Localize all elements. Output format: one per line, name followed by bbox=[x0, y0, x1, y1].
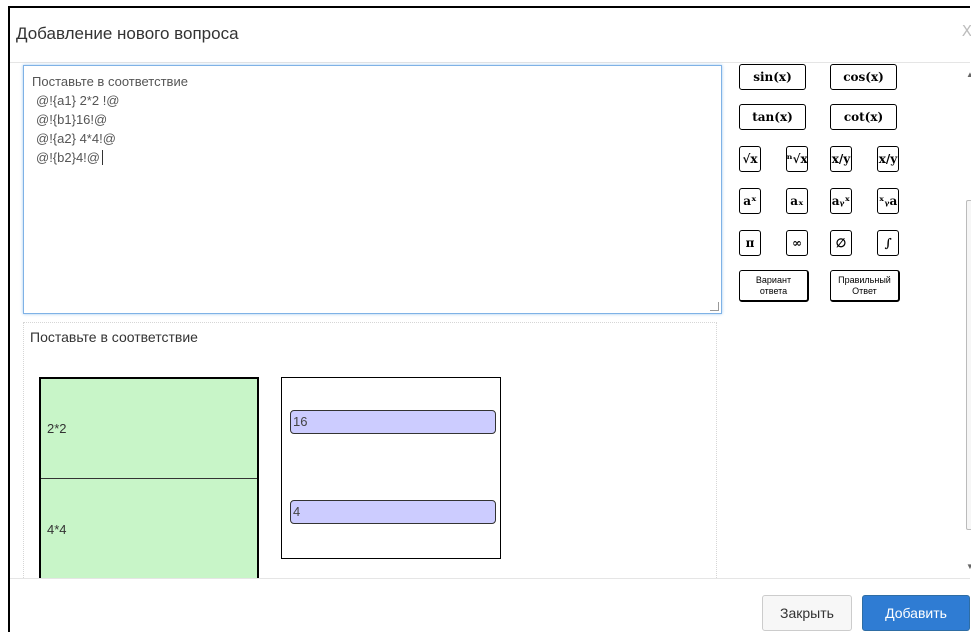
answer-item[interactable]: 4 bbox=[290, 500, 496, 524]
editor-line: @!{a2} 4*4!@ bbox=[36, 131, 116, 146]
question-text-editor[interactable]: Поставьте в соответствие @!{a1} 2*2 !@ @… bbox=[23, 65, 722, 314]
answer-variant-label-1: Вариант bbox=[755, 274, 792, 285]
close-icon[interactable]: X bbox=[962, 22, 971, 40]
sin-button[interactable]: sin(x) bbox=[739, 64, 806, 90]
editor-line: Поставьте в соответствие bbox=[32, 74, 188, 89]
fraction-button[interactable]: x/y bbox=[830, 146, 852, 172]
add-question-dialog: Добавление нового вопроса X Поставьте в … bbox=[8, 6, 971, 635]
left-column: 2*2 4*4 bbox=[39, 377, 259, 583]
cot-button[interactable]: cot(x) bbox=[830, 104, 897, 130]
add-button[interactable]: Добавить bbox=[862, 595, 970, 631]
dialog-header: Добавление нового вопроса X bbox=[10, 8, 971, 63]
empty-set-button[interactable]: ∅ bbox=[830, 230, 852, 256]
math-toolbar: sin(x) cos(x) tan(x) cot(x) √x ⁿ√x x/y x… bbox=[736, 64, 916, 314]
tan-button[interactable]: tan(x) bbox=[739, 104, 806, 130]
answer-variant-button[interactable]: Вариант ответа bbox=[739, 270, 809, 302]
nth-root-button[interactable]: ⁿ√x bbox=[786, 146, 808, 172]
preview-title: Поставьте в соответствие bbox=[30, 329, 198, 345]
resize-handle[interactable] bbox=[710, 302, 719, 311]
editor-line: @!{a1} 2*2 !@ bbox=[36, 93, 120, 108]
dialog-scrollbar[interactable]: ▲ ▼ bbox=[965, 62, 971, 584]
editor-line: @!{b1}16!@ bbox=[36, 112, 108, 127]
left-item[interactable]: 4*4 bbox=[41, 479, 257, 579]
sqrt-button[interactable]: √x bbox=[739, 146, 761, 172]
integral-button[interactable]: ∫ bbox=[877, 230, 899, 256]
subscript-button[interactable]: aₓ bbox=[786, 188, 808, 214]
left-item[interactable]: 2*2 bbox=[41, 379, 257, 479]
answer-item[interactable]: 16 bbox=[290, 410, 496, 434]
pi-button[interactable]: π bbox=[739, 230, 761, 256]
question-preview: Поставьте в соответствие 2*2 4*4 16 4 bbox=[23, 322, 717, 584]
infinity-button[interactable]: ∞ bbox=[786, 230, 808, 256]
scrollbar-thumb[interactable] bbox=[966, 200, 971, 530]
scroll-down-icon[interactable]: ▼ bbox=[965, 562, 971, 571]
cos-button[interactable]: cos(x) bbox=[830, 64, 897, 90]
correct-answer-label-1: Правильный bbox=[838, 274, 891, 285]
right-column: 16 4 bbox=[281, 377, 501, 559]
text-caret bbox=[102, 150, 103, 165]
dialog-title: Добавление нового вопроса bbox=[16, 24, 239, 43]
editor-line-text: @!{b2}4!@ bbox=[36, 150, 100, 165]
power-button[interactable]: aˣ bbox=[739, 188, 761, 214]
close-button[interactable]: Закрыть bbox=[762, 595, 852, 631]
correct-answer-button[interactable]: Правильный Ответ bbox=[830, 270, 900, 302]
presubsup-button[interactable]: ˣᵧa bbox=[877, 188, 899, 214]
correct-answer-label-2: Ответ bbox=[852, 285, 877, 296]
editor-line-last: @!{b2}4!@ bbox=[32, 148, 713, 167]
answer-variant-label-2: ответа bbox=[759, 285, 788, 296]
dialog-footer: Закрыть Добавить bbox=[10, 578, 970, 635]
slash-fraction-button[interactable]: x/y bbox=[877, 146, 899, 172]
subsup-button[interactable]: aᵧˣ bbox=[830, 188, 852, 214]
scroll-up-icon[interactable]: ▲ bbox=[965, 70, 971, 79]
